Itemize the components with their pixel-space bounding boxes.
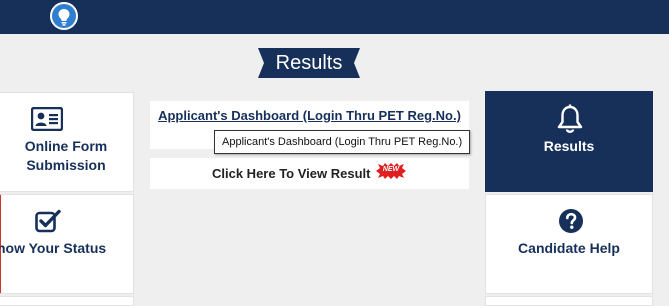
question-circle-icon xyxy=(559,209,583,233)
left-tile-partial[interactable] xyxy=(0,296,134,306)
dashboard-link-tooltip: Applicant's Dashboard (Login Thru PET Re… xyxy=(214,130,471,154)
applicant-dashboard-link[interactable]: Applicant's Dashboard (Login Thru PET Re… xyxy=(150,108,469,123)
bell-icon xyxy=(557,104,583,133)
tile-label: Candidate Help xyxy=(518,240,620,256)
section-banner: Results xyxy=(258,48,360,78)
tile-label-line1: Online Form xyxy=(24,138,108,154)
view-result-panel: Click Here To View Result NEW xyxy=(150,158,469,189)
new-badge: NEW xyxy=(376,163,406,184)
candidate-help-tile[interactable]: Candidate Help xyxy=(485,194,653,294)
logo[interactable] xyxy=(50,2,78,30)
show-your-status-tile[interactable]: how Your Status xyxy=(0,194,134,294)
right-tile-partial[interactable] xyxy=(485,296,653,306)
online-form-submission-tile[interactable]: Online Form Submission xyxy=(0,92,134,192)
top-header-bar xyxy=(0,0,669,34)
checkbox-icon xyxy=(35,209,61,233)
lightbulb-icon xyxy=(58,9,70,26)
new-badge-text: NEW xyxy=(382,166,400,173)
tile-label-line2: Submission xyxy=(26,157,106,173)
view-result-link[interactable]: Click Here To View Result xyxy=(212,166,370,181)
id-card-icon xyxy=(31,107,63,131)
tile-label: how Your Status xyxy=(0,240,107,256)
section-title: Results xyxy=(275,52,343,74)
results-tile[interactable]: Results xyxy=(485,91,653,192)
tile-label: Results xyxy=(543,138,595,154)
